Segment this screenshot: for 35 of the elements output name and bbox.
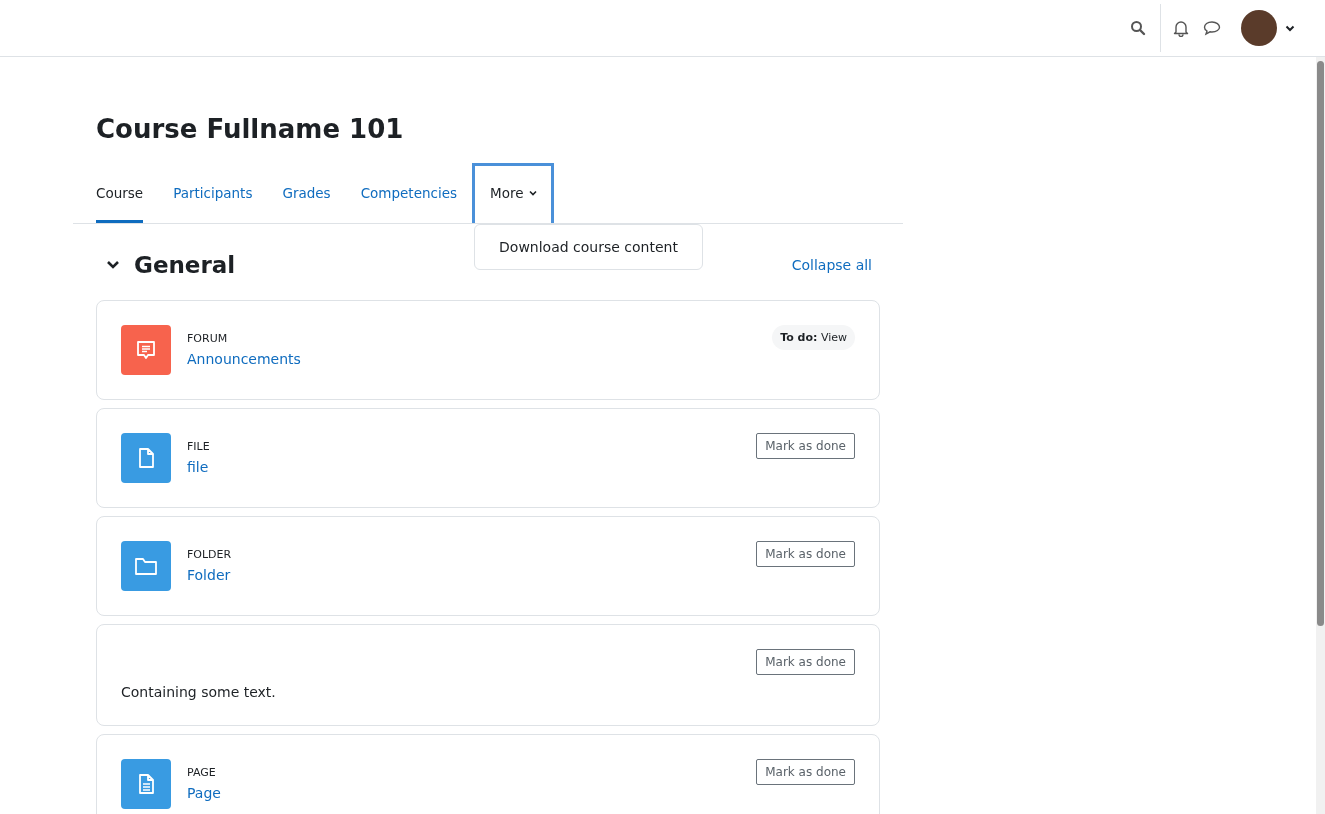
file-icon <box>121 433 171 483</box>
label-text: Containing some text. <box>121 684 277 701</box>
nav-tab[interactable]: Competencies <box>345 163 473 223</box>
activity-type: PAGE <box>187 766 217 780</box>
collapse-all-link[interactable]: Collapse all <box>791 257 872 273</box>
chat-bubble-icon[interactable] <box>1203 20 1221 36</box>
mark-as-done-button[interactable]: Mark as done <box>756 759 855 785</box>
activity-link[interactable]: Announcements <box>187 351 773 367</box>
activity-type: FILE <box>187 440 211 454</box>
chevron-down-icon <box>528 190 537 196</box>
nav-tab[interactable]: Participants <box>158 163 268 223</box>
user-avatar[interactable] <box>1241 10 1277 46</box>
mark-as-done-button[interactable]: Mark as done <box>756 649 855 675</box>
nav-tab[interactable]: Course <box>96 163 144 223</box>
section-title: General <box>134 252 237 278</box>
forum-icon <box>121 325 171 375</box>
activity-link[interactable]: Folder <box>187 567 757 583</box>
search-icon[interactable] <box>1130 20 1146 36</box>
scrollbar-thumb[interactable] <box>1317 61 1324 626</box>
completion-badge: To do: View <box>772 325 855 350</box>
activity-link[interactable]: Page <box>187 785 757 801</box>
course-title: Course Fullname 101 <box>96 113 405 145</box>
scrollbar[interactable] <box>1316 57 1325 814</box>
nav-tab[interactable]: Grades <box>267 163 346 223</box>
document-icon <box>121 759 171 809</box>
activity-type: FOLDER <box>187 548 233 562</box>
mark-as-done-button[interactable]: Mark as done <box>756 433 855 459</box>
chevron-down-icon[interactable] <box>1285 24 1295 32</box>
mark-as-done-button[interactable]: Mark as done <box>756 541 855 567</box>
activity-type: FORUM <box>187 332 229 346</box>
bell-icon[interactable] <box>1173 19 1189 37</box>
activity-link[interactable]: file <box>187 459 757 475</box>
chevron-down-icon[interactable] <box>106 260 120 270</box>
folder-icon <box>121 541 171 591</box>
menu-item[interactable]: Download course content <box>475 231 702 263</box>
